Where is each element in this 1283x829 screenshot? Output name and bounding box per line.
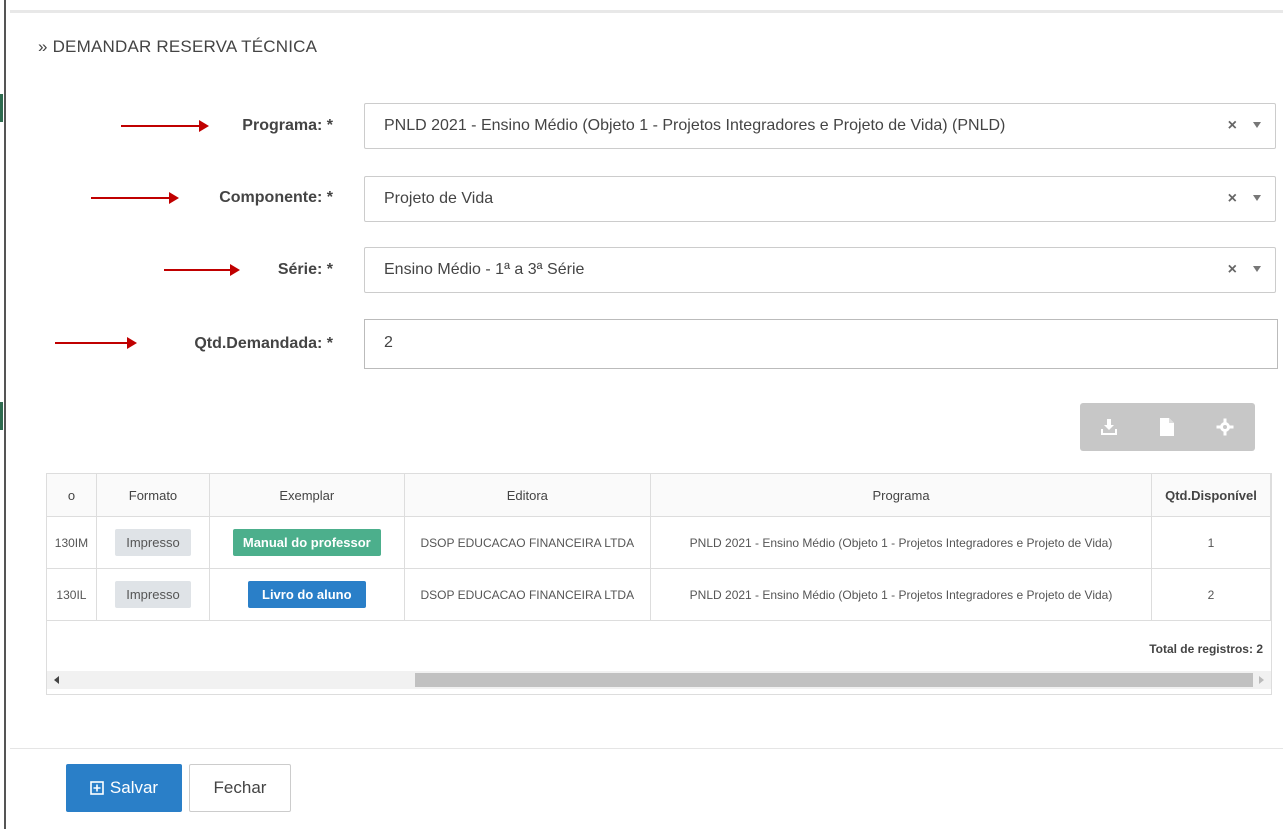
clear-icon[interactable]: × xyxy=(1228,117,1237,135)
table-header-row: o Formato Exemplar Editora Programa Qtd.… xyxy=(47,474,1271,517)
save-label: Salvar xyxy=(109,778,159,797)
save-button[interactable]: Salvar xyxy=(66,764,182,812)
total-records: Total de registros: 2 xyxy=(1149,642,1263,656)
annotation-arrow xyxy=(55,337,137,349)
cell-formato: Impresso xyxy=(96,516,211,569)
plus-square-icon xyxy=(90,781,104,795)
scroll-right-icon[interactable] xyxy=(1259,676,1264,684)
formato-badge: Impresso xyxy=(115,581,191,608)
download-icon xyxy=(1101,419,1117,435)
exemplar-badge: Manual do professor xyxy=(232,529,381,556)
horizontal-scrollbar[interactable] xyxy=(47,671,1271,689)
column-header-qtd[interactable]: Qtd.Disponível xyxy=(1151,474,1271,517)
chevron-down-icon[interactable] xyxy=(1253,122,1261,128)
pdf-button[interactable] xyxy=(1138,403,1196,451)
formato-badge: Impresso xyxy=(115,529,191,556)
scrollbar-thumb[interactable] xyxy=(415,673,1253,687)
footer-divider xyxy=(10,748,1283,749)
programa-select[interactable]: PNLD 2021 - Ensino Médio (Objeto 1 - Pro… xyxy=(364,103,1276,149)
componente-label: Componente: * xyxy=(219,189,333,206)
export-button[interactable] xyxy=(1080,403,1138,451)
left-edge-mark xyxy=(0,402,3,430)
programa-value: PNLD 2021 - Ensino Médio (Objeto 1 - Pro… xyxy=(384,117,1006,134)
cell-programa: PNLD 2021 - Ensino Médio (Objeto 1 - Pro… xyxy=(650,516,1152,569)
cell-editora: DSOP EDUCACAO FINANCEIRA LTDA xyxy=(404,516,652,569)
cell-code: 130IL xyxy=(47,568,97,621)
serie-select[interactable]: Ensino Médio - 1ª a 3ª Série × xyxy=(364,247,1276,293)
results-table: o Formato Exemplar Editora Programa Qtd.… xyxy=(47,474,1271,621)
settings-button[interactable] xyxy=(1196,403,1254,451)
table-row[interactable]: 130IM Impresso Manual do professor DSOP … xyxy=(47,516,1271,569)
exemplar-badge: Livro do aluno xyxy=(248,581,366,608)
qtd-input[interactable] xyxy=(384,334,1184,352)
grid-toolbar xyxy=(1080,403,1255,451)
chevron-down-icon[interactable] xyxy=(1253,266,1261,272)
annotation-arrow xyxy=(164,264,240,276)
serie-label: Série: * xyxy=(277,261,333,278)
column-header-exemplar[interactable]: Exemplar xyxy=(209,474,405,517)
cell-programa: PNLD 2021 - Ensino Médio (Objeto 1 - Pro… xyxy=(650,568,1152,621)
file-icon xyxy=(1160,418,1174,436)
serie-value: Ensino Médio - 1ª a 3ª Série xyxy=(384,261,585,278)
page-title: » DEMANDAR RESERVA TÉCNICA xyxy=(38,37,318,56)
table-row[interactable]: 130IL Impresso Livro do aluno DSOP EDUCA… xyxy=(47,568,1271,621)
cell-exemplar: Manual do professor xyxy=(209,516,405,569)
results-grid: o Formato Exemplar Editora Programa Qtd.… xyxy=(46,473,1272,695)
programa-label: Programa: * xyxy=(242,117,333,134)
chevron-down-icon[interactable] xyxy=(1253,195,1261,201)
top-divider xyxy=(10,10,1283,13)
componente-select[interactable]: Projeto de Vida × xyxy=(364,176,1276,222)
close-button[interactable]: Fechar xyxy=(189,764,291,812)
clear-icon[interactable]: × xyxy=(1228,261,1237,279)
cell-exemplar: Livro do aluno xyxy=(209,568,405,621)
clear-icon[interactable]: × xyxy=(1228,190,1237,208)
cell-qtd: 2 xyxy=(1151,568,1271,621)
column-header-code[interactable]: o xyxy=(47,474,97,517)
cell-editora: DSOP EDUCACAO FINANCEIRA LTDA xyxy=(404,568,652,621)
column-header-programa[interactable]: Programa xyxy=(650,474,1152,517)
annotation-arrow xyxy=(91,192,179,204)
left-edge-mark xyxy=(0,94,3,122)
qtd-label: Qtd.Demandada: * xyxy=(194,335,333,352)
cell-qtd: 1 xyxy=(1151,516,1271,569)
column-header-editora[interactable]: Editora xyxy=(404,474,652,517)
cell-code: 130IM xyxy=(47,516,97,569)
componente-value: Projeto de Vida xyxy=(384,190,494,207)
column-header-formato[interactable]: Formato xyxy=(96,474,211,517)
cell-formato: Impresso xyxy=(96,568,211,621)
annotation-arrow xyxy=(121,120,209,132)
gear-icon xyxy=(1216,418,1234,436)
qtd-field[interactable] xyxy=(364,319,1278,369)
scroll-left-icon[interactable] xyxy=(54,676,59,684)
